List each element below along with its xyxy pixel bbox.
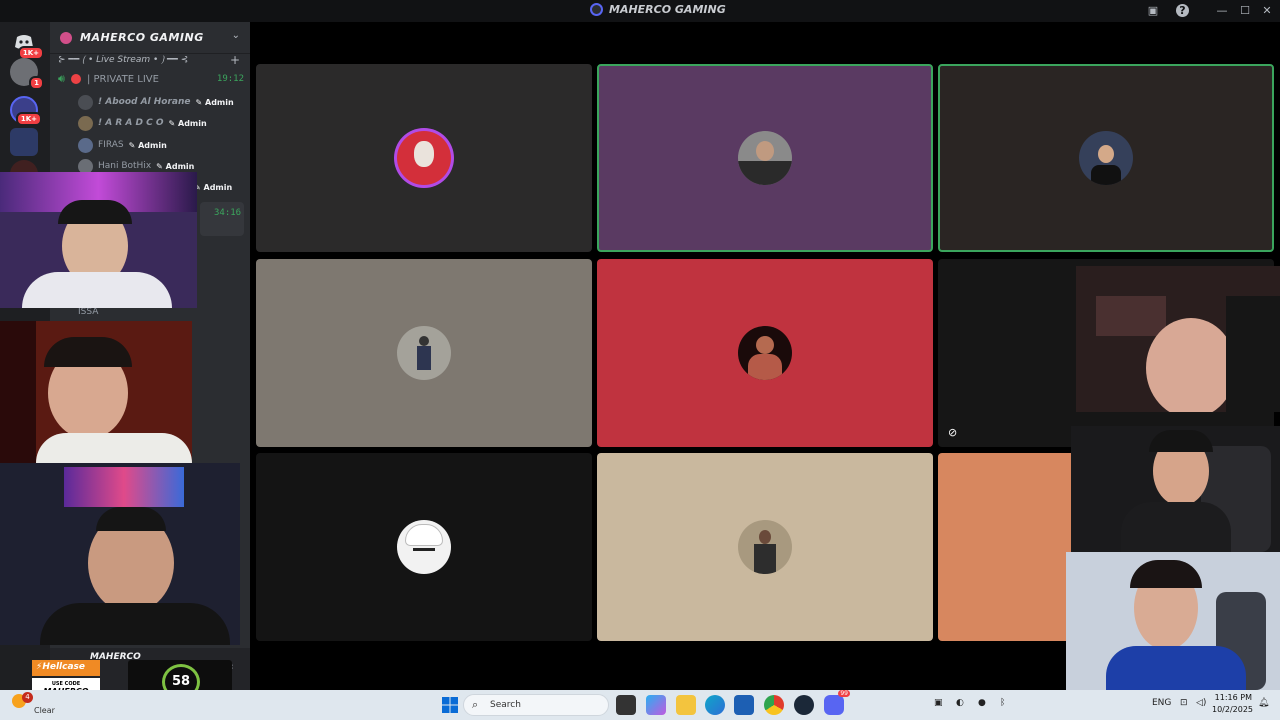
weather-widget[interactable]: 4 Clear (10, 692, 55, 718)
windows-logo-icon (442, 697, 458, 713)
server-header[interactable]: MAHERCO GAMING ⌄ (50, 22, 250, 54)
webcam-overlay (1071, 426, 1280, 552)
webcam-overlay (0, 463, 240, 645)
chevron-down-icon[interactable]: ⌄ (232, 30, 240, 41)
voice-user[interactable]: ! Abood Al Horane Admin (78, 93, 234, 111)
task-view-icon[interactable] (616, 695, 636, 715)
avatar (738, 131, 792, 185)
window-title: MAHERCO GAMING (590, 3, 726, 16)
avatar (738, 326, 792, 380)
close-button[interactable]: ✕ (1259, 3, 1275, 19)
title-bar: MAHERCO GAMING ▣ ? — ☐ ✕ (0, 0, 1280, 22)
copilot-icon[interactable] (646, 695, 666, 715)
participant-tile[interactable] (597, 259, 933, 447)
avatar (1079, 131, 1133, 185)
voice-user[interactable]: Admin (194, 178, 233, 196)
category-header[interactable]: ⊱ ━━ ⟮ • Live Stream • ⟯ ━━ ⊰ (58, 55, 188, 65)
role-badge: Admin (129, 141, 167, 150)
search-placeholder: Search (490, 700, 521, 710)
weather-label: Clear (34, 706, 55, 715)
weather-badge: 4 (22, 692, 33, 703)
voice-user-name: FIRAS (98, 140, 124, 150)
clock[interactable]: 11:16 PM 10/2/2025 (1212, 692, 1254, 716)
voice-channel-private-live[interactable]: 🔊︎ | PRIVATE LIVE 19:12 (58, 70, 244, 88)
mention-badge: 1K+ (15, 112, 42, 126)
store-icon[interactable] (734, 695, 754, 715)
voice-channel-timer-2: 34:16 (214, 208, 242, 218)
webcam-overlay (0, 321, 192, 463)
avatar (397, 131, 451, 185)
role-badge: Admin (169, 119, 207, 128)
window-title-text: MAHERCO GAMING (609, 3, 726, 16)
voice-channel-name: | PRIVATE LIVE (86, 73, 159, 85)
language-indicator[interactable]: ENG (1152, 698, 1171, 708)
avatar (78, 137, 93, 153)
participant-tile-speaking[interactable] (597, 64, 933, 252)
search-icon: ⌕ (472, 698, 479, 711)
voice-user[interactable]: ! A R A D C O Admin (78, 114, 207, 132)
server-name: MAHERCO GAMING (80, 31, 204, 44)
webcam-overlay (0, 172, 197, 308)
discord-taskbar-icon[interactable]: 99 (824, 690, 850, 715)
server-icon-3[interactable]: 1K+ (10, 96, 42, 126)
volume-icon[interactable]: ◁) (1196, 698, 1206, 708)
inbox-icon[interactable]: ▣ (1145, 3, 1161, 19)
tray-app-icon[interactable]: ◐ (956, 698, 964, 708)
avatar (738, 520, 792, 574)
file-explorer-icon[interactable] (676, 695, 696, 715)
mention-badge: 1 (29, 76, 44, 90)
help-icon[interactable]: ? (1176, 4, 1189, 17)
tray-app-icon[interactable]: ● (978, 698, 986, 708)
speaker-icon: 🔊︎ (58, 72, 65, 85)
participant-tile-speaking[interactable] (938, 64, 1274, 252)
discord-window: MAHERCO GAMING ▣ ? — ☐ ✕ 1K+ 1 1K+ MAHER… (0, 0, 1280, 720)
discord-home-icon[interactable]: 1K+ (10, 28, 44, 60)
voice-user-name: ! Abood Al Horane (98, 97, 191, 107)
discord-unread-badge: 99 (838, 690, 850, 697)
participant-tile[interactable] (256, 259, 592, 447)
maximize-button[interactable]: ☐ (1237, 3, 1253, 19)
avatar (78, 115, 93, 131)
voice-user-name: ! A R A D C O (98, 118, 164, 128)
avatar (397, 326, 451, 380)
avatar (397, 520, 451, 574)
tray-app-icon[interactable]: ▣ (934, 698, 943, 708)
start-button[interactable] (440, 695, 460, 715)
role-badge: Admin (196, 98, 234, 107)
bluetooth-icon[interactable]: ᛒ (1000, 698, 1005, 708)
server-icon-2[interactable]: 1 (10, 58, 44, 90)
live-dot-icon (70, 74, 81, 84)
deafened-icon: ⊘ (948, 426, 958, 439)
notifications-icon[interactable]: 🔔︎ (1258, 698, 1269, 708)
add-channel-icon[interactable]: + (230, 53, 240, 67)
network-icon[interactable]: ⊡ (1180, 698, 1188, 708)
steam-icon[interactable] (794, 695, 814, 715)
server-badge-icon (60, 31, 72, 44)
avatar (78, 94, 93, 110)
minimize-button[interactable]: — (1214, 3, 1230, 19)
role-badge: Admin (194, 183, 233, 192)
clock-time: 11:16 PM (1214, 693, 1252, 702)
windows-taskbar: 4 Clear ⌕ Search 99 ▣ ◐ ● ᛒ ENG ⊡ ◁) 11:… (0, 690, 1280, 720)
voice-user-name: ISSA (78, 307, 99, 317)
voice-channel-timer: 19:12 (216, 74, 244, 84)
participant-tile[interactable] (597, 453, 933, 641)
sponsor-brand: ⚡Hellcase (32, 660, 100, 676)
voice-user-name: Hani BotHix (98, 161, 152, 171)
participant-tile[interactable] (256, 64, 592, 252)
server-icon (590, 3, 603, 16)
participant-tile[interactable] (256, 453, 592, 641)
webcam-overlay (1076, 266, 1280, 412)
role-badge: Admin (156, 162, 195, 171)
edge-icon[interactable] (705, 695, 725, 715)
server-icon-4[interactable] (10, 128, 38, 156)
clock-date: 10/2/2025 (1212, 705, 1254, 714)
voice-user[interactable]: FIRAS Admin (78, 136, 167, 154)
taskbar-search[interactable]: ⌕ Search (463, 694, 609, 716)
webcam-overlay (1066, 552, 1280, 690)
chrome-icon[interactable] (764, 695, 784, 715)
